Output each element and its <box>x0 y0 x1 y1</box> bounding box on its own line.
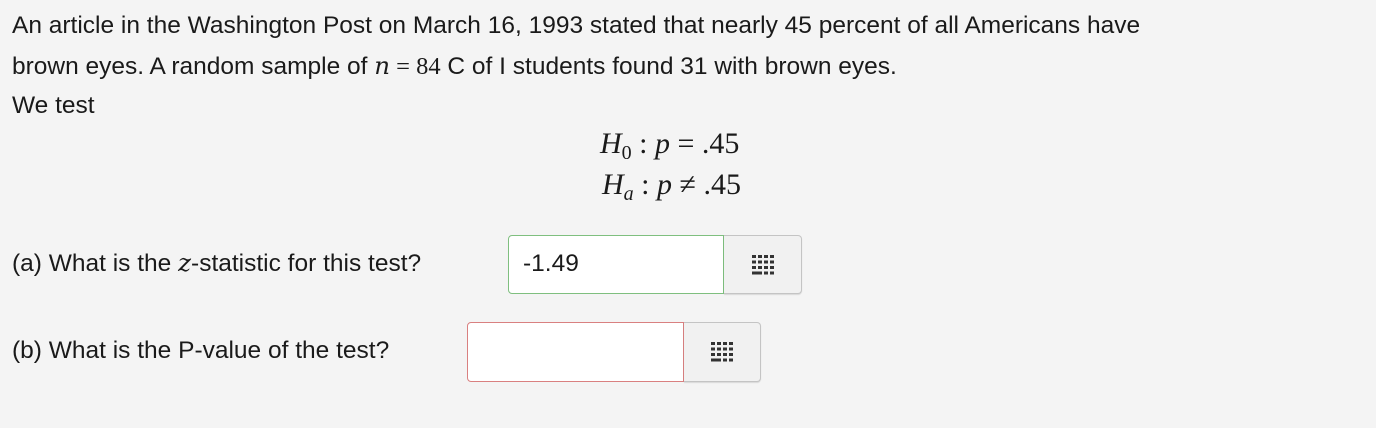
hyp-colon: : <box>633 168 658 201</box>
hyp-subscript: 0 <box>621 142 632 164</box>
keypad-grid-icon <box>711 342 733 362</box>
hyp-colon: : <box>631 127 656 160</box>
problem-text-line-1: An article in the Washington Post on Mar… <box>12 12 1141 39</box>
problem-text-line-3: We test <box>12 92 95 119</box>
alternative-hypothesis: Ha : p ≠ .45 <box>602 165 741 205</box>
hyp-symbol: H <box>600 127 622 160</box>
math-var-n: n <box>374 51 391 80</box>
text-segment: C of I students found 31 with brown eyes… <box>440 53 897 80</box>
text-segment: -statistic for this test? <box>191 250 422 277</box>
text-segment: brown eyes. A random sample of <box>12 53 375 80</box>
z-statistic-answer-input[interactable]: -1.49 <box>508 235 724 294</box>
hyp-var: p <box>655 127 671 160</box>
null-hypothesis: H0 : p = .45 <box>600 124 739 164</box>
hyp-var: p <box>657 168 673 201</box>
text-segment: (a) What is the <box>12 250 179 277</box>
question-b-label: (b) What is the P-value of the test? <box>12 337 390 364</box>
keypad-button-a[interactable] <box>724 235 802 294</box>
question-a-label: (a) What is the z-statistic for this tes… <box>12 243 421 284</box>
p-value-answer-input[interactable] <box>467 322 684 382</box>
hyp-relation: ≠ .45 <box>672 168 741 201</box>
hyp-subscript: a <box>623 183 634 205</box>
math-eq: = 84 <box>390 53 441 80</box>
keypad-grid-icon <box>751 254 774 274</box>
hyp-symbol: H <box>602 168 624 201</box>
problem-text-line-2: brown eyes. A random sample of n = 84 C … <box>12 46 897 87</box>
keypad-button-b[interactable] <box>684 322 761 382</box>
math-var-z: z <box>178 248 192 277</box>
hyp-relation: = .45 <box>670 127 740 160</box>
